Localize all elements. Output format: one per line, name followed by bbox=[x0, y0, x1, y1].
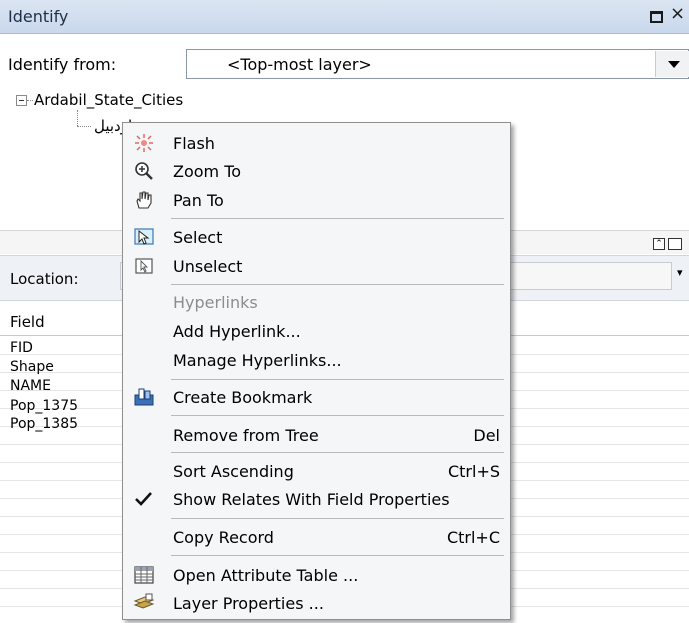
tree-connector bbox=[27, 100, 33, 101]
identify-from-label: Identify from: bbox=[8, 55, 117, 74]
menu-separator bbox=[171, 518, 504, 519]
menu-item-create-bookmark[interactable]: Create Bookmark bbox=[123, 382, 510, 412]
menu-item-pan-to[interactable]: Pan To bbox=[123, 185, 510, 215]
table-icon bbox=[134, 566, 154, 584]
menu-item-label: Hyperlinks bbox=[173, 293, 258, 312]
menu-item-label: Layer Properties ... bbox=[173, 594, 324, 613]
identify-from-value: <Top-most layer> bbox=[227, 55, 372, 74]
collapse-pane-icon[interactable]: ⌃ bbox=[653, 238, 665, 250]
menu-item-sort-ascending[interactable]: Sort Ascending Ctrl+S bbox=[123, 456, 510, 486]
menu-item-label: Show Relates With Field Properties bbox=[173, 490, 450, 509]
menu-item-label: Copy Record bbox=[173, 528, 274, 547]
pan-hand-icon bbox=[136, 191, 152, 209]
menu-item-shortcut: Ctrl+S bbox=[447, 462, 500, 481]
menu-separator bbox=[171, 555, 504, 556]
menu-item-show-relates[interactable]: Show Relates With Field Properties bbox=[123, 484, 510, 514]
flash-icon bbox=[135, 134, 153, 152]
menu-item-unselect[interactable]: Unselect bbox=[123, 251, 510, 281]
menu-item-remove-from-tree[interactable]: Remove from Tree Del bbox=[123, 420, 510, 450]
menu-item-label: Zoom To bbox=[173, 162, 242, 181]
menu-item-manage-hyperlinks[interactable]: Manage Hyperlinks... bbox=[123, 345, 510, 375]
tree-connector bbox=[77, 110, 78, 126]
layer-properties-icon bbox=[133, 593, 155, 609]
menu-item-layer-properties[interactable]: Layer Properties ... bbox=[123, 588, 510, 618]
checkmark-icon bbox=[135, 492, 152, 506]
menu-item-shortcut: Del bbox=[473, 426, 500, 445]
identify-from-dropdown[interactable]: <Top-most layer> bbox=[186, 49, 689, 79]
menu-item-label: Flash bbox=[173, 134, 215, 153]
menu-item-zoom-to[interactable]: Zoom To bbox=[123, 156, 510, 186]
chevron-down-icon bbox=[668, 61, 680, 68]
menu-item-hyperlinks: Hyperlinks bbox=[123, 287, 510, 317]
menu-item-label: Add Hyperlink... bbox=[173, 322, 301, 341]
menu-item-open-attribute-table[interactable]: Open Attribute Table ... bbox=[123, 560, 510, 590]
menu-separator bbox=[171, 415, 504, 416]
title-bar[interactable] bbox=[0, 0, 689, 34]
menu-separator bbox=[171, 452, 504, 453]
menu-item-copy-record[interactable]: Copy Record Ctrl+C bbox=[123, 522, 510, 552]
bookmark-icon bbox=[134, 388, 154, 406]
menu-item-label: Pan To bbox=[173, 191, 224, 210]
close-button[interactable]: × bbox=[670, 5, 685, 23]
menu-item-label: Sort Ascending bbox=[173, 462, 294, 481]
location-label: Location: bbox=[10, 270, 79, 288]
zoom-in-icon bbox=[135, 162, 153, 180]
menu-item-flash[interactable]: Flash bbox=[123, 128, 510, 158]
unselect-icon bbox=[135, 258, 153, 274]
restore-icon[interactable] bbox=[650, 11, 663, 23]
pane-layout-icon[interactable] bbox=[668, 238, 682, 250]
tree-node-layer[interactable]: Ardabil_State_Cities bbox=[34, 91, 183, 109]
menu-item-shortcut: Ctrl+C bbox=[446, 528, 500, 547]
select-features-icon bbox=[134, 228, 154, 245]
menu-item-add-hyperlink[interactable]: Add Hyperlink... bbox=[123, 316, 510, 346]
window-title: Identify bbox=[8, 7, 69, 26]
menu-item-label: Manage Hyperlinks... bbox=[173, 351, 342, 370]
menu-separator bbox=[171, 284, 504, 285]
chevron-down-icon[interactable]: ▾ bbox=[677, 266, 683, 279]
context-menu: Flash Zoom To Pan To Select Unselect Hyp… bbox=[122, 122, 511, 620]
field-name: FID bbox=[10, 340, 33, 356]
menu-item-label: Select bbox=[173, 228, 223, 247]
menu-item-label: Create Bookmark bbox=[173, 388, 313, 407]
tree-connector bbox=[77, 126, 91, 127]
collapse-icon[interactable] bbox=[16, 95, 27, 106]
menu-item-label: Unselect bbox=[173, 257, 243, 276]
menu-separator bbox=[171, 379, 504, 380]
menu-item-label: Remove from Tree bbox=[173, 426, 319, 445]
dropdown-button[interactable] bbox=[655, 51, 689, 77]
field-column-header[interactable]: Field bbox=[10, 313, 45, 331]
menu-item-label: Open Attribute Table ... bbox=[173, 566, 359, 585]
menu-item-select[interactable]: Select bbox=[123, 222, 510, 252]
menu-separator bbox=[171, 218, 504, 219]
